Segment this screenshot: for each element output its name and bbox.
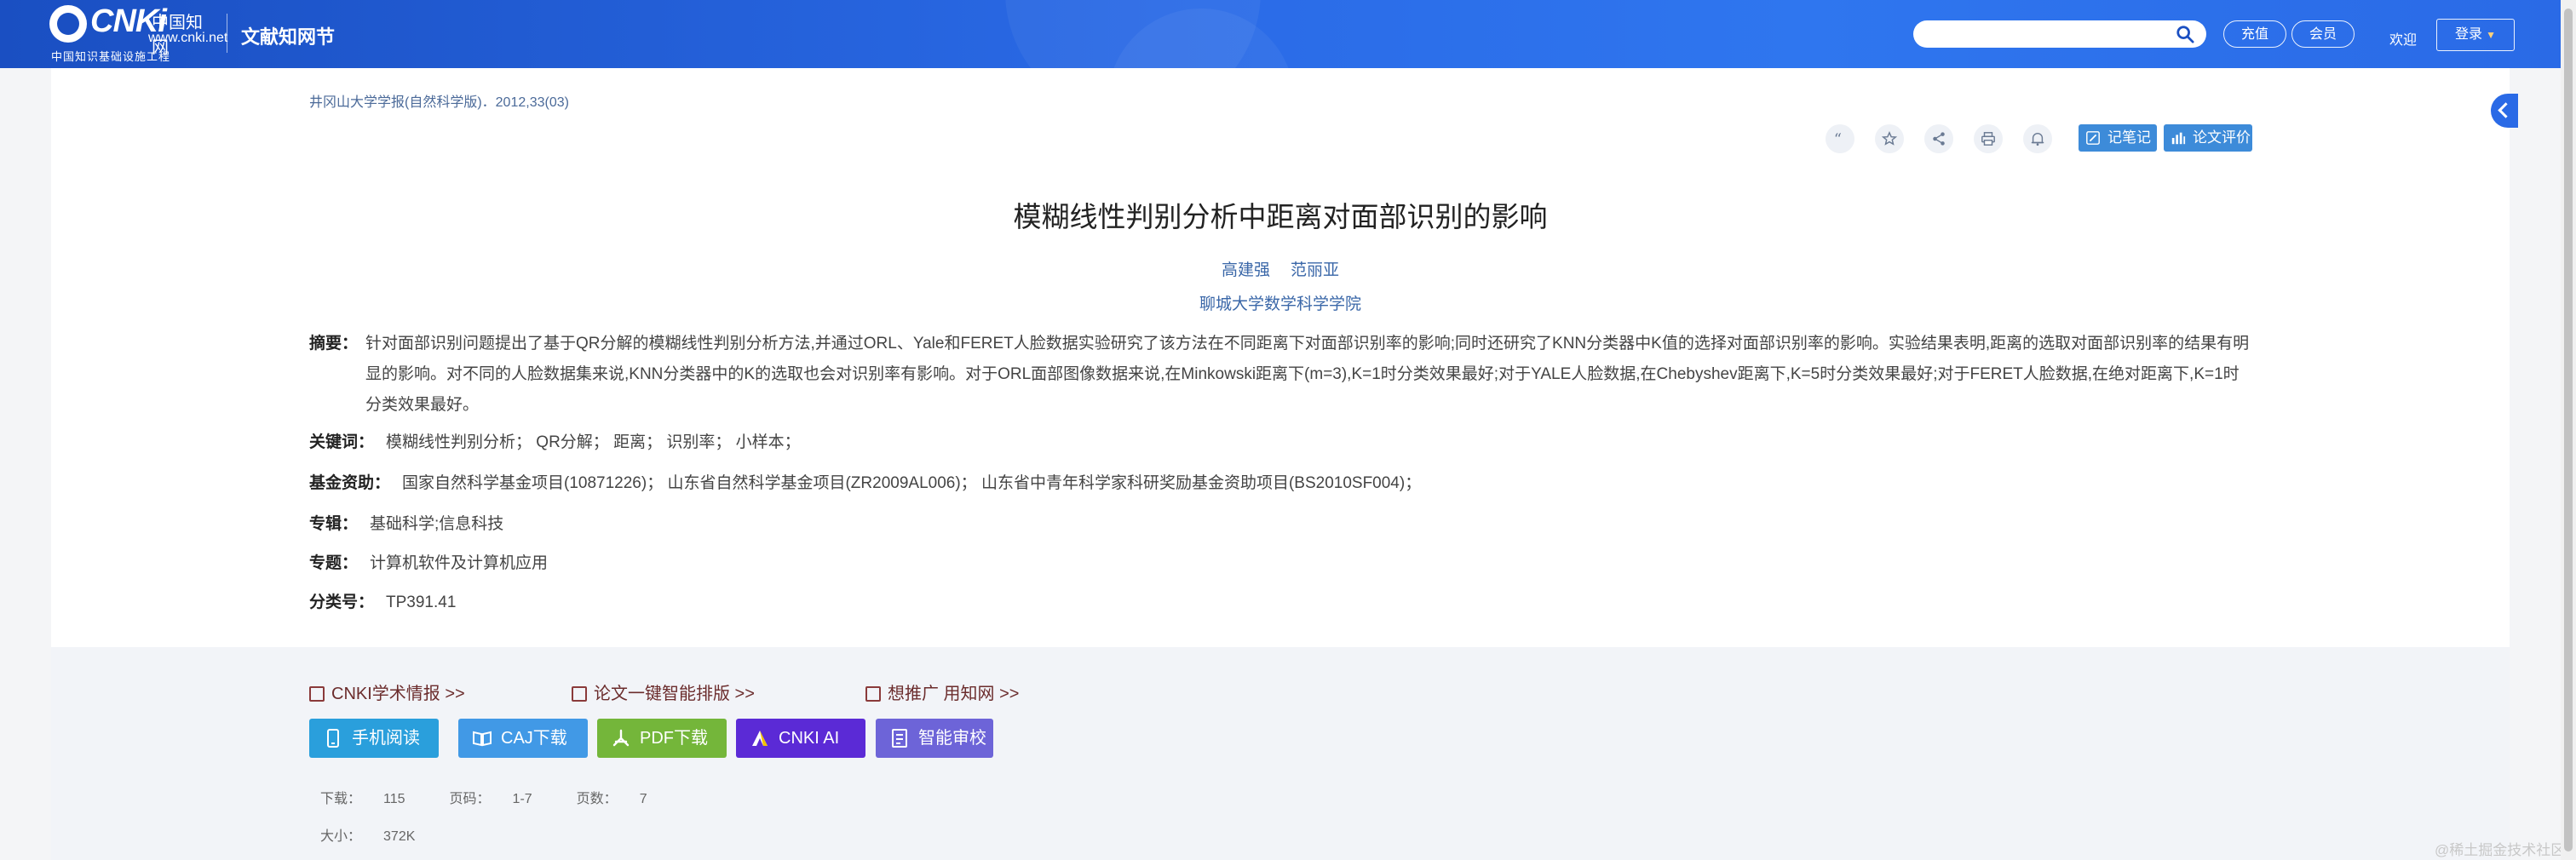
- document-icon: [572, 686, 587, 702]
- pdf-download-label: PDF下载: [640, 729, 708, 748]
- search-icon[interactable]: [2176, 25, 2194, 43]
- mobile-read-button[interactable]: 手机阅读: [309, 719, 439, 758]
- affiliation-link[interactable]: 聊城大学数学科学学院: [51, 291, 2510, 314]
- take-note-label: 记笔记: [2107, 129, 2151, 146]
- site-name[interactable]: 文献知网节: [241, 22, 335, 49]
- vertical-scrollbar[interactable]: [2561, 0, 2576, 860]
- series-row: 专辑： 基础科学;信息科技: [309, 509, 503, 540]
- article-title: 模糊线性判别分析中距离对面部识别的影响: [1013, 201, 1548, 232]
- abstract-label: 摘要：: [309, 335, 359, 353]
- search-input[interactable]: [1913, 20, 2206, 48]
- welcome-text: 欢迎: [2389, 33, 2418, 48]
- mobile-read-label: 手机阅读: [352, 729, 420, 748]
- keywords-row: 关键词： 模糊线性判别分析； QR分解； 距离； 识别率； 小样本；: [309, 427, 801, 458]
- file-size: 大小： 372K: [320, 829, 416, 844]
- cnki-logo[interactable]: CNKi 中国知网 www.cnki.net 中国知识基础设施工程: [49, 3, 227, 63]
- abstract-text: 针对面部识别问题提出了基于QR分解的模糊线性判别分析方法,并通过ORL、Yale…: [365, 335, 2250, 414]
- caj-download-label: CAJ下载: [501, 729, 567, 748]
- smart-proofread-button[interactable]: 智能审校: [876, 719, 993, 758]
- watermark: @稀土掘金技术社区: [2435, 842, 2566, 858]
- page-count: 页数： 7: [576, 792, 647, 806]
- cnki-ai-label: CNKI AI: [779, 729, 840, 748]
- share-icon[interactable]: [1924, 124, 1953, 153]
- collapse-panel-tab[interactable]: [2491, 94, 2518, 128]
- bell-icon[interactable]: [2023, 124, 2052, 153]
- funding-row: 基金资助： 国家自然科学基金项目(10871226)； 山东省自然科学基金项目(Z…: [309, 468, 1421, 499]
- login-label: 登录: [2455, 27, 2483, 42]
- top-navbar: CNKi 中国知网 www.cnki.net 中国知识基础设施工程 文献知网节 …: [0, 0, 2576, 68]
- download-count: 下载： 115: [320, 792, 405, 806]
- edit-icon: [2086, 131, 2100, 145]
- bar-chart-icon: [2171, 132, 2186, 145]
- caj-download-button[interactable]: CAJ下载: [458, 719, 588, 758]
- funding-text[interactable]: 国家自然科学基金项目(10871226)； 山东省自然科学基金项目(ZR2009…: [402, 474, 1421, 492]
- chevron-down-icon: ▼: [2486, 29, 2496, 41]
- cnki-ai-button[interactable]: CNKI AI: [736, 719, 865, 758]
- download-stats: 下载： 115 页码： 1-7 页数： 7: [320, 787, 692, 807]
- series-text: 基础科学;信息科技: [370, 515, 504, 533]
- paper-evaluation-label: 论文评价: [2193, 129, 2251, 146]
- classification-row: 分类号： TP391.41: [309, 588, 456, 618]
- print-icon[interactable]: [1974, 124, 2003, 153]
- member-button[interactable]: 会员: [2291, 20, 2355, 48]
- article-card: 井冈山大学学报(自然科学版)．2012,33(03) “ 记笔记 论文评价 模糊…: [51, 68, 2510, 647]
- download-area: CNKI学术情报 >> 论文一键智能排版 >> 想推广 用知网 >> 手机阅读 …: [51, 647, 2510, 860]
- typeset-label: 论文一键智能排版 >>: [594, 685, 755, 703]
- pdf-download-button[interactable]: PDF下载: [597, 719, 727, 758]
- cnki-intel-label: CNKI学术情报 >>: [331, 685, 465, 703]
- page-range: 页码： 1-7: [449, 792, 532, 806]
- svg-text:“: “: [1834, 131, 1842, 146]
- journal-source-link[interactable]: 井冈山大学学报(自然科学版)．2012,33(03): [309, 90, 569, 111]
- smart-proofread-label: 智能审校: [918, 729, 986, 748]
- funding-label: 基金资助：: [309, 474, 391, 492]
- classification-label: 分类号：: [309, 593, 375, 611]
- globe-icon: [49, 5, 87, 43]
- abstract-section: 摘要： 针对面部识别问题提出了基于QR分解的模糊线性判别分析方法,并通过ORL、…: [309, 329, 2255, 421]
- phone-icon: [327, 729, 339, 748]
- cnki-intel-link[interactable]: CNKI学术情报 >>: [309, 679, 465, 704]
- recharge-button[interactable]: 充值: [2223, 20, 2286, 48]
- scrollbar-thumb[interactable]: [2564, 9, 2573, 851]
- star-icon[interactable]: [1875, 124, 1904, 153]
- classification-text: TP391.41: [386, 593, 457, 611]
- quote-icon[interactable]: “: [1826, 124, 1854, 153]
- author-link[interactable]: 高建强: [1222, 261, 1270, 279]
- author-link[interactable]: 范丽亚: [1291, 261, 1339, 279]
- typeset-link[interactable]: 论文一键智能排版 >>: [572, 679, 755, 704]
- pdf-icon: [612, 729, 630, 747]
- login-button[interactable]: 登录 ▼: [2436, 19, 2515, 51]
- topic-label: 专题：: [309, 554, 359, 572]
- topic-row: 专题： 计算机软件及计算机应用: [309, 548, 548, 579]
- proofread-icon: [892, 729, 907, 748]
- author-list: 高建强 范丽亚: [51, 257, 2510, 280]
- promote-label: 想推广 用知网 >>: [888, 685, 1020, 703]
- keywords-text[interactable]: 模糊线性判别分析； QR分解； 距离； 识别率； 小样本；: [386, 433, 801, 451]
- series-label: 专辑：: [309, 515, 359, 533]
- book-icon: [473, 731, 492, 747]
- promote-icon: [865, 686, 881, 702]
- keywords-label: 关键词：: [309, 433, 375, 451]
- logo-subtitle: 中国知识基础设施工程: [51, 50, 171, 63]
- topic-text: 计算机软件及计算机应用: [370, 554, 549, 572]
- ai-icon: [752, 731, 768, 746]
- monitor-icon: [309, 686, 325, 702]
- logo-url-text: www.cnki.net: [148, 31, 228, 45]
- take-note-button[interactable]: 记笔记: [2079, 124, 2157, 152]
- promote-link[interactable]: 想推广 用知网 >>: [865, 679, 1019, 704]
- paper-evaluation-button[interactable]: 论文评价: [2164, 124, 2252, 152]
